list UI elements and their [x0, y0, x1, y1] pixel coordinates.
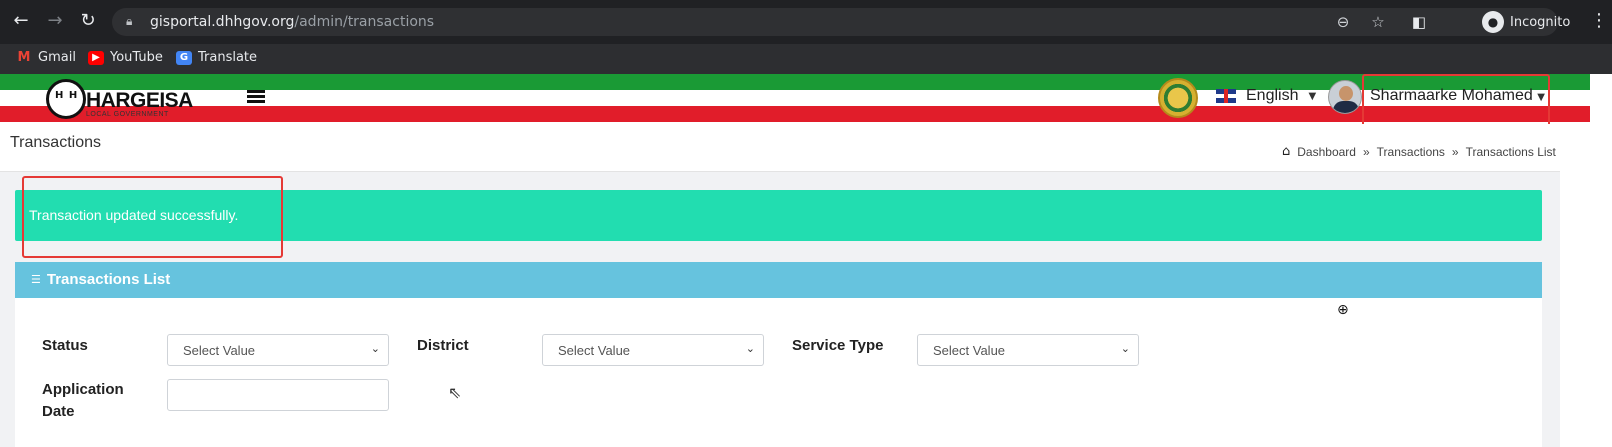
district-select[interactable]: Select Value ⌄ [542, 334, 764, 366]
translate-icon: G [176, 50, 192, 65]
transactions-card: ☰ Transactions List Status Select Value … [15, 262, 1542, 447]
gmail-icon: M [17, 49, 31, 65]
bookmarks-bar: M Gmail ▶ YouTube G Translate [0, 44, 1612, 74]
highlight-box-alert [22, 176, 283, 258]
address-bar[interactable]: 🔒︎ gisportal.dhhgov.org/admin/transactio… [112, 8, 1558, 36]
status-select[interactable]: Select Value ⌄ [167, 334, 389, 366]
service-type-label: Service Type [792, 337, 884, 354]
bookmark-star-icon[interactable]: ☆ [1367, 11, 1389, 33]
bookmark-youtube[interactable]: ▶ YouTube [88, 50, 163, 65]
logo-emblem-icon: H H [46, 79, 86, 119]
mouse-cursor-icon: ⇖ [448, 383, 462, 402]
page-title: Transactions [10, 134, 101, 151]
reload-icon[interactable]: ↻ [77, 10, 99, 32]
chevron-down-icon: ⌄ [745, 342, 755, 355]
breadcrumb: ⌂ Dashboard » Transactions » Transaction… [1282, 144, 1556, 159]
back-icon[interactable]: ← [10, 10, 32, 32]
page-title-bar: Transactions ⌂ Dashboard » Transactions … [0, 124, 1560, 172]
card-title: ☰ Transactions List [31, 271, 171, 288]
side-panel-icon[interactable]: ◧ [1408, 11, 1430, 33]
chevron-down-icon: ⌄ [370, 342, 380, 355]
service-type-select[interactable]: Select Value ⌄ [917, 334, 1139, 366]
chevron-down-icon: ▼ [1308, 90, 1317, 102]
status-label: Status [42, 337, 88, 354]
government-seal-icon [1158, 78, 1198, 118]
application-date-input[interactable] [167, 379, 389, 411]
url-text: gisportal.dhhgov.org/admin/transactions [150, 14, 435, 30]
chevron-down-icon: ⌄ [1120, 342, 1130, 355]
lock-icon: 🔒︎ [126, 14, 133, 28]
list-icon: ☰ [31, 273, 41, 286]
hargeisa-logo[interactable]: H H HARGEISA LOCAL GOVERNMENT [46, 79, 193, 121]
zoom-cursor-icon: ⊕ [1337, 302, 1349, 318]
language-dropdown[interactable]: English ▼ [1216, 87, 1316, 105]
home-icon: ⌂ [1282, 144, 1291, 159]
uk-flag-icon [1216, 89, 1236, 103]
card-header: ☰ Transactions List [15, 262, 1542, 298]
breadcrumb-transactions-list: Transactions List [1465, 144, 1556, 159]
bookmark-gmail[interactable]: M Gmail [16, 50, 76, 65]
application-date-label: Application Date [42, 381, 124, 420]
app-header: H H HARGEISA LOCAL GOVERNMENT English ▼ … [0, 74, 1590, 124]
breadcrumb-dashboard[interactable]: Dashboard [1297, 145, 1356, 159]
hamburger-menu-icon[interactable] [247, 90, 265, 104]
youtube-icon: ▶ [88, 50, 104, 65]
incognito-label: Incognito [1510, 14, 1571, 30]
avatar[interactable] [1328, 80, 1362, 114]
zoom-icon[interactable]: ⊖ [1332, 11, 1354, 33]
browser-toolbar: ← → ↻ 🔒︎ gisportal.dhhgov.org/admin/tran… [0, 0, 1612, 44]
incognito-icon: ● [1482, 11, 1504, 33]
breadcrumb-transactions[interactable]: Transactions [1377, 145, 1445, 159]
bookmark-translate[interactable]: G Translate [176, 50, 257, 65]
incognito-indicator[interactable]: ● Incognito [1478, 8, 1580, 36]
forward-icon[interactable]: → [44, 10, 66, 32]
browser-menu-icon[interactable]: ⋮ [1590, 10, 1608, 31]
district-label: District [417, 337, 469, 354]
